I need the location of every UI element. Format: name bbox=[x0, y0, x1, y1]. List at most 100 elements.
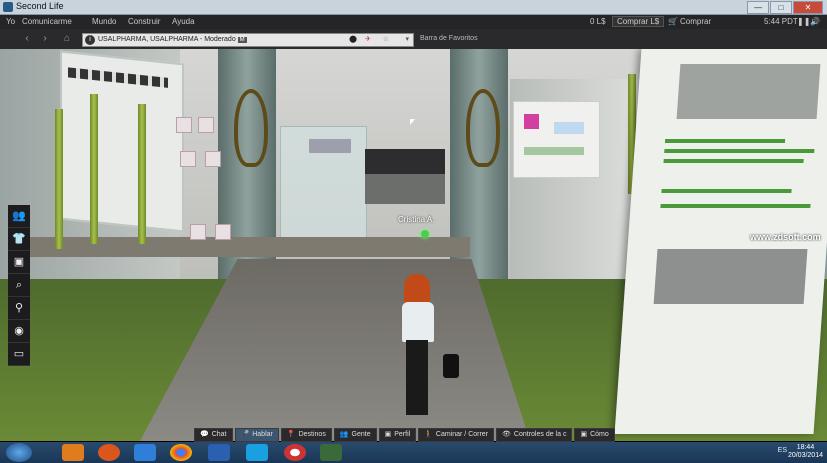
rating-badge: M bbox=[237, 37, 247, 43]
camera-controls-label: Controles de la c bbox=[513, 431, 567, 438]
window-title: Second Life bbox=[16, 1, 64, 11]
walk-run-button[interactable]: 🚶 Caminar / Correr bbox=[418, 428, 495, 442]
menu-ayuda[interactable]: Ayuda bbox=[172, 17, 195, 26]
microphone-icon: 🎤 bbox=[240, 431, 250, 438]
pause-icon[interactable]: ❚❚ bbox=[797, 17, 810, 26]
people-icon: 👥 bbox=[339, 431, 349, 438]
decorative-pillar-right bbox=[450, 49, 508, 294]
mouse-cursor-icon bbox=[410, 119, 415, 125]
globe-icon[interactable]: ◉ bbox=[8, 320, 30, 343]
chrome-icon[interactable] bbox=[170, 444, 192, 461]
info-icon[interactable]: i bbox=[85, 35, 95, 45]
buy-lindens-button[interactable]: Comprar L$ bbox=[612, 16, 665, 27]
favorites-bar[interactable]: Barra de Favoritos bbox=[420, 35, 478, 42]
maximize-button[interactable]: □ bbox=[770, 1, 792, 14]
location-text: USALPHARMA, USALPHARMA - Moderado bbox=[98, 36, 236, 43]
second-life-app-icon bbox=[3, 2, 13, 12]
product-box bbox=[205, 151, 221, 167]
favorite-star-icon[interactable]: ☆ bbox=[383, 34, 389, 46]
second-life-taskbar-icon[interactable] bbox=[320, 444, 342, 461]
people-icon[interactable]: 👥 bbox=[8, 205, 30, 228]
dropdown-icon[interactable]: ▾ bbox=[405, 34, 409, 46]
profile-icon: ▣ bbox=[384, 431, 392, 438]
product-box bbox=[190, 224, 206, 240]
bamboo-plant bbox=[55, 109, 63, 249]
speak-button[interactable]: 🎤 Hablar bbox=[234, 428, 279, 442]
menu-bar: Yo Comunicarme Mundo Construir Ayuda 0 L… bbox=[0, 15, 827, 29]
search-icon[interactable]: ⌕ bbox=[8, 274, 30, 297]
help-icon: ▣ bbox=[580, 431, 588, 438]
wall-chart bbox=[513, 101, 600, 178]
balance-readout: 0 L$ bbox=[590, 17, 606, 26]
close-button[interactable]: ✕ bbox=[793, 1, 823, 14]
chat-button[interactable]: 💬 Chat bbox=[194, 428, 233, 442]
chat-bubble-icon: 💬 bbox=[200, 431, 209, 438]
skype-icon[interactable] bbox=[246, 444, 268, 461]
clock-time: 18:44 bbox=[796, 444, 815, 451]
bamboo-plant bbox=[90, 94, 98, 244]
product-box bbox=[176, 117, 192, 133]
watermark: www.zdsoft.com bbox=[750, 232, 821, 242]
walk-icon: 🚶 bbox=[424, 431, 433, 438]
bamboo-plant bbox=[138, 104, 146, 244]
product-box bbox=[215, 224, 231, 240]
profile-button[interactable]: ▣ Perfil bbox=[378, 428, 417, 442]
world-viewport[interactable]: www.zdsoft.com Cristina A. 👥 👕 ▣ ⌕ ⚲ ◉ ▭ bbox=[0, 49, 827, 441]
menu-construir[interactable]: Construir bbox=[128, 17, 160, 26]
media-player-icon[interactable] bbox=[62, 444, 84, 461]
system-clock[interactable]: 18:44 20/03/2014 bbox=[788, 444, 823, 460]
cart-icon[interactable]: 🛒 bbox=[668, 17, 678, 26]
title-bar: Second Life — □ ✕ bbox=[0, 0, 827, 15]
side-toolbar: 👥 👕 ▣ ⌕ ⚲ ◉ ▭ bbox=[8, 205, 30, 366]
decorative-pillar-left bbox=[218, 49, 276, 294]
counter bbox=[365, 174, 445, 204]
product-box bbox=[180, 151, 196, 167]
clock-date: 20/03/2014 bbox=[787, 452, 823, 459]
language-indicator[interactable]: ES bbox=[778, 447, 787, 454]
minimize-button[interactable]: — bbox=[747, 1, 769, 14]
menu-comunicarme[interactable]: Comunicarme bbox=[22, 17, 72, 26]
camera-snapshot-icon[interactable]: ▣ bbox=[8, 251, 30, 274]
record-icon[interactable] bbox=[284, 444, 306, 461]
firefox-icon[interactable] bbox=[98, 444, 120, 461]
walk-run-label: Caminar / Correr bbox=[435, 431, 489, 438]
left-poster bbox=[60, 50, 184, 233]
parcel-icon: ⬤ bbox=[349, 36, 357, 43]
people-button[interactable]: 👥 Gente bbox=[333, 428, 377, 442]
product-box bbox=[198, 117, 214, 133]
menu-mundo[interactable]: Mundo bbox=[92, 17, 116, 26]
eye-icon: 👁 bbox=[502, 431, 511, 438]
volume-icon[interactable]: 🔊 bbox=[810, 17, 820, 26]
camera-controls-button[interactable]: 👁 Controles de la c bbox=[496, 428, 573, 442]
map-pin-icon[interactable]: ⚲ bbox=[8, 297, 30, 320]
avatar-name-tag: Cristina A. bbox=[398, 215, 435, 224]
start-button[interactable] bbox=[6, 443, 32, 462]
pin-icon: 📍 bbox=[286, 431, 296, 438]
buy-button[interactable]: Comprar bbox=[680, 17, 711, 26]
navigation-bar: ‹ › ⌂ i USALPHARMA, USALPHARMA - Moderado… bbox=[0, 29, 827, 49]
glass-display bbox=[280, 126, 367, 238]
avatar[interactable] bbox=[398, 274, 459, 434]
destinations-label: Destinos bbox=[298, 431, 326, 438]
back-arrow-icon[interactable]: ‹ bbox=[20, 33, 34, 45]
location-input[interactable]: i USALPHARMA, USALPHARMA - Moderado M ⬤ ✈… bbox=[82, 33, 414, 47]
voice-indicator-icon bbox=[421, 230, 429, 238]
speak-label: Hablar bbox=[252, 431, 273, 438]
people-label: Gente bbox=[351, 431, 371, 438]
menu-yo[interactable]: Yo bbox=[6, 17, 15, 26]
shirt-icon[interactable]: 👕 bbox=[8, 228, 30, 251]
no-fly-icon: ✈ bbox=[365, 36, 371, 43]
destinations-button[interactable]: 📍 Destinos bbox=[280, 428, 332, 442]
dropbox-icon[interactable] bbox=[134, 444, 156, 461]
how-to-label: Cómo bbox=[590, 431, 609, 438]
window-controls: — □ ✕ bbox=[747, 1, 823, 14]
forward-arrow-icon[interactable]: › bbox=[38, 33, 52, 45]
bottom-toolbar: 💬 Chat 🎤 Hablar 📍 Destinos 👥 Gente ▣ Perfil 🚶… bbox=[194, 428, 615, 442]
time-readout: 5:44 PDT bbox=[764, 17, 798, 26]
chat-label: Chat bbox=[211, 431, 227, 438]
camera-icon[interactable]: ▭ bbox=[8, 343, 30, 366]
how-to-button[interactable]: ▣ Cómo bbox=[574, 428, 615, 442]
windows-taskbar: ES 18:44 20/03/2014 bbox=[0, 442, 827, 463]
home-icon[interactable]: ⌂ bbox=[60, 33, 74, 45]
word-icon[interactable] bbox=[208, 444, 230, 461]
